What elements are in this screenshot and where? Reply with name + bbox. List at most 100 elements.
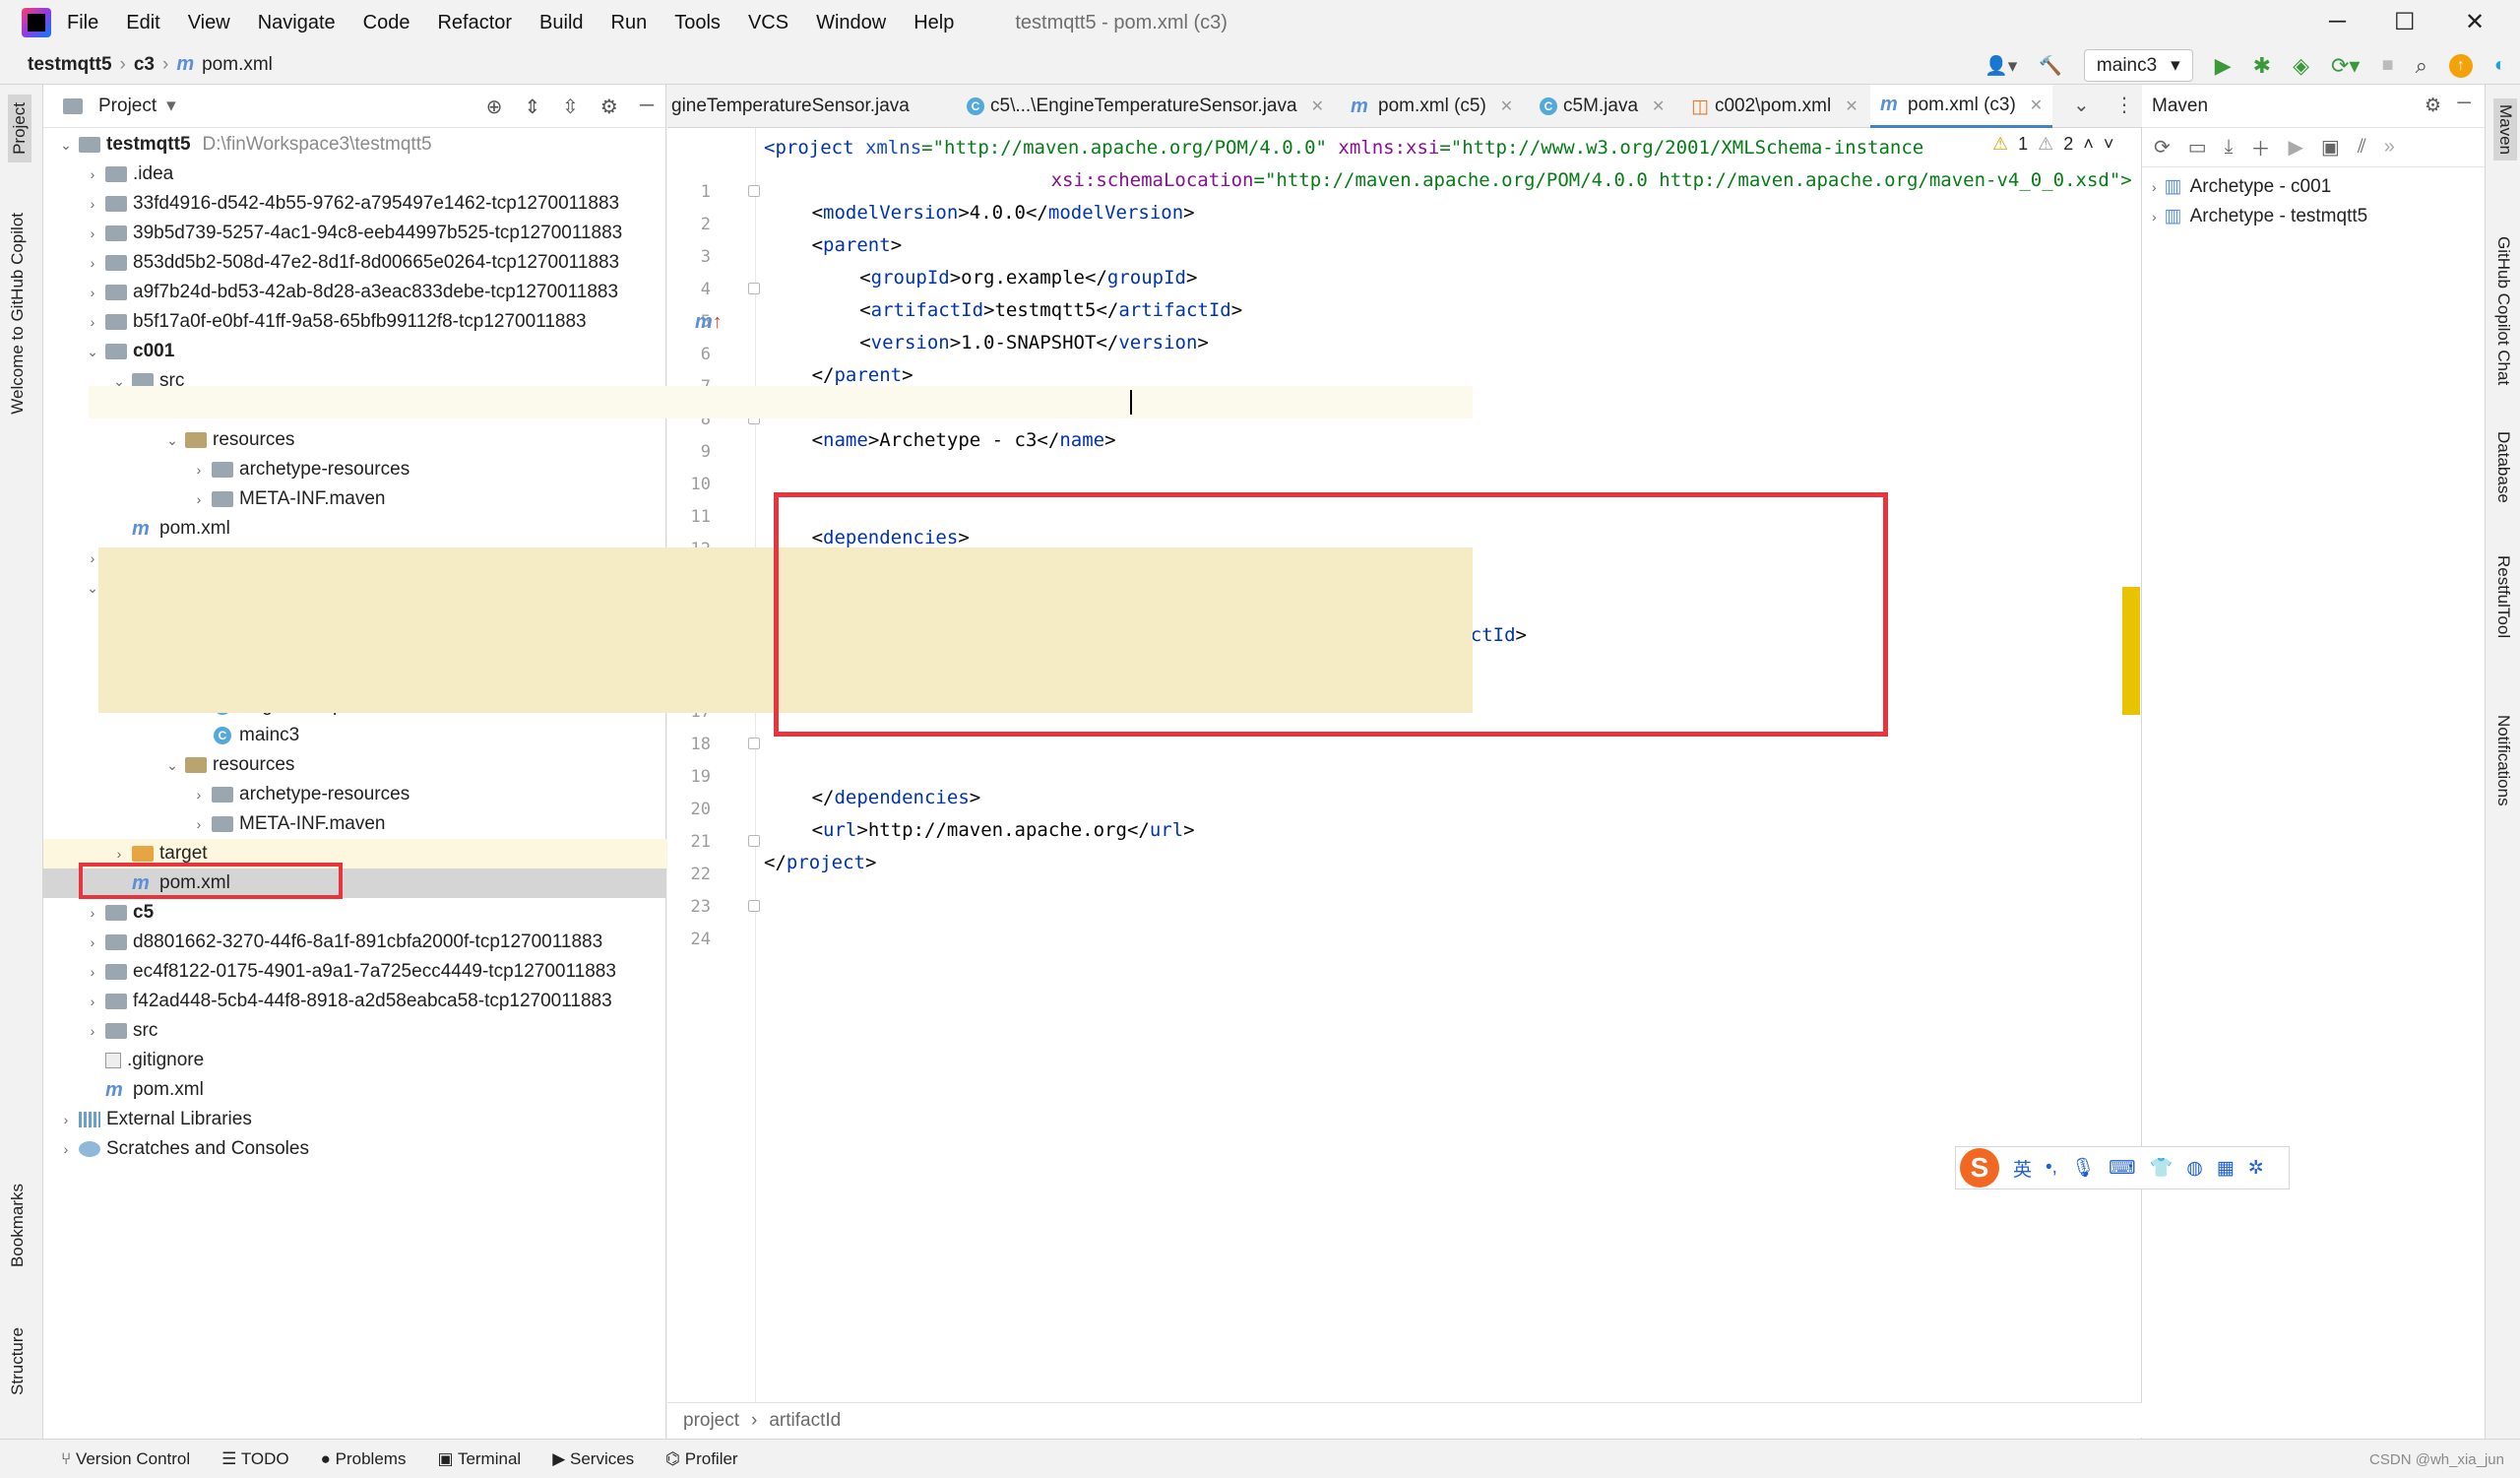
gear-icon[interactable]: ⚙ <box>600 95 618 119</box>
run-configuration-select[interactable]: mainc3 ▾ <box>2083 49 2193 82</box>
debug-icon[interactable]: ✱ <box>2253 53 2271 79</box>
tab-c002-pom[interactable]: ◫ c002\pom.xml ✕ <box>1691 85 1858 128</box>
chevron-down-icon[interactable]: ⌄ <box>163 432 181 449</box>
chevron-right-icon[interactable]: › <box>190 816 208 832</box>
chevron-right-icon[interactable]: › <box>84 255 101 271</box>
terminal-button[interactable]: ▣ Terminal <box>437 1449 521 1469</box>
tree-item[interactable]: › archetype-resources <box>43 780 666 809</box>
inspection-widget[interactable]: ⚠ 1 ⚠ 2 ˄ ˅ <box>1992 134 2113 155</box>
settings-icon[interactable]: ✲ <box>2248 1157 2264 1180</box>
profile-icon[interactable]: ⟳▾ <box>2331 53 2360 79</box>
tree-item[interactable]: ⌄ resources <box>43 425 666 455</box>
chevron-right-icon[interactable]: › <box>190 491 208 507</box>
menu-edit[interactable]: Edit <box>126 12 159 34</box>
keyboard-icon[interactable]: ⌨ <box>2109 1157 2135 1180</box>
close-icon[interactable]: ✕ <box>2465 8 2485 36</box>
tree-item[interactable]: › Scratches and Consoles <box>43 1134 666 1164</box>
tree-item[interactable]: › c5 <box>43 898 666 928</box>
tab-pom-c3[interactable]: m pom.xml (c3) ✕ <box>1870 85 2053 128</box>
tree-item[interactable]: › META-INF.maven <box>43 484 666 514</box>
more-icon[interactable]: ⋮ <box>2114 93 2134 117</box>
tab-c5-engine-sensor[interactable]: C c5\...\EngineTemperatureSensor.java ✕ <box>967 85 1324 128</box>
tree-item[interactable]: › b5f17a0f-e0bf-41ff-9a58-65bfb99112f8-tc… <box>43 307 666 337</box>
hide-icon[interactable]: ─ <box>640 95 654 119</box>
tree-item[interactable]: › d8801662-3270-44f6-8a1f-891cbfa2000f-tc… <box>43 928 666 957</box>
update-icon[interactable]: ↑ <box>2448 53 2473 78</box>
chevron-down-icon[interactable]: ▾ <box>166 95 176 117</box>
tab-database[interactable]: Database <box>2493 431 2513 503</box>
menu-code[interactable]: Code <box>363 12 410 34</box>
chevron-right-icon[interactable]: › <box>84 225 101 241</box>
close-icon[interactable]: ✕ <box>1500 96 1513 116</box>
hide-icon[interactable]: ─ <box>2458 93 2471 114</box>
chevron-right-icon[interactable]: › <box>84 934 101 950</box>
tab-project[interactable]: Project <box>8 95 32 162</box>
chevron-right-icon[interactable]: › <box>84 285 101 300</box>
chevron-right-icon[interactable]: › <box>110 846 128 862</box>
menu-tools[interactable]: Tools <box>674 12 721 34</box>
close-icon[interactable]: ✕ <box>1311 96 1324 116</box>
tree-item[interactable]: ⌄ c001 <box>43 337 666 366</box>
tab-structure[interactable]: Structure <box>8 1327 28 1395</box>
maven-parent-gutter-icon[interactable]: m↑ <box>695 311 723 334</box>
close-icon[interactable]: ✕ <box>1845 96 1858 116</box>
close-icon[interactable]: ✕ <box>2030 96 2043 115</box>
fold-marker-icon[interactable] <box>748 738 760 749</box>
run-icon[interactable]: ▶ <box>2289 135 2303 160</box>
execute-goal-icon[interactable]: ▣ <box>2321 135 2340 160</box>
tree-item[interactable]: m pom.xml <box>43 1075 666 1105</box>
chevron-right-icon[interactable]: › <box>84 314 101 330</box>
maven-item-testmqtt5[interactable]: › ▥ Archetype - testmqtt5 <box>2152 205 2367 227</box>
chevron-right-icon[interactable]: › <box>84 994 101 1009</box>
locate-icon[interactable]: ⊕ <box>486 95 503 119</box>
chevron-down-icon[interactable]: ⌄ <box>163 757 181 774</box>
tab-notifications[interactable]: Notifications <box>2493 715 2513 806</box>
project-panel-title[interactable]: Project <box>98 96 157 117</box>
apps-icon[interactable]: ▦ <box>2217 1157 2235 1180</box>
problems-button[interactable]: ● Problems <box>321 1449 407 1469</box>
chevron-down-icon[interactable]: ⌄ <box>2073 93 2090 117</box>
menu-navigate[interactable]: Navigate <box>258 12 336 34</box>
breadcrumb-module[interactable]: c3 <box>134 54 155 76</box>
menu-help[interactable]: Help <box>914 12 954 34</box>
run-icon[interactable]: ▶ <box>2215 53 2232 79</box>
gear-icon[interactable]: ⚙ <box>2425 95 2441 117</box>
chevron-right-icon[interactable]: › <box>57 1141 75 1157</box>
microphone-icon[interactable]: 🎙 <box>2071 1156 2095 1180</box>
punctuation-icon[interactable]: •, <box>2046 1157 2057 1179</box>
plus-icon[interactable]: ＋ <box>2251 133 2271 161</box>
tab-c5m[interactable]: C c5M.java ✕ <box>1540 85 1665 128</box>
tab-engine-sensor[interactable]: gineTemperatureSensor.java <box>671 85 937 128</box>
tree-item[interactable]: › 39b5d739-5257-4ac1-94c8-eeb44997b525-tc… <box>43 219 666 248</box>
fold-marker-icon[interactable] <box>748 185 760 197</box>
tree-item[interactable]: › META-INF.maven <box>43 809 666 839</box>
chevron-down-icon[interactable]: ⌄ <box>57 137 75 154</box>
toggle-offline-icon[interactable]: ⫽ <box>2358 136 2366 159</box>
tree-item[interactable]: › f42ad448-5cb4-44f8-8918-a2d58eabca58-tc… <box>43 987 666 1016</box>
tree-item[interactable]: › .idea <box>43 160 666 189</box>
sogou-logo[interactable]: S <box>1960 1148 1999 1188</box>
add-folder-icon[interactable]: ▭ <box>2188 135 2207 160</box>
chevron-right-icon[interactable]: › <box>84 1023 101 1039</box>
tree-item[interactable]: › ec4f8122-0175-4901-a9a1-7a725ecc4449-tc… <box>43 957 666 987</box>
tab-restfultool[interactable]: RestfulTool <box>2493 555 2513 638</box>
maven-item-c001[interactable]: › ▥ Archetype - c001 <box>2152 175 2331 198</box>
close-icon[interactable]: ✕ <box>1652 96 1665 116</box>
tree-item[interactable]: › src <box>43 1016 666 1046</box>
tree-item[interactable]: ⌄ testmqtt5 D:\finWorkspace3\testmqtt5 <box>43 130 666 160</box>
tree-item[interactable]: › External Libraries <box>43 1105 666 1134</box>
tree-item[interactable]: m pom.xml <box>43 514 666 544</box>
fold-marker-icon[interactable] <box>748 900 760 912</box>
reload-icon[interactable]: ⟳ <box>2154 135 2171 160</box>
chevron-right-icon[interactable]: › <box>190 462 208 478</box>
menu-window[interactable]: Window <box>816 12 886 34</box>
tab-github-copilot[interactable]: Welcome to GitHub Copilot <box>8 213 28 415</box>
chevron-right-icon[interactable]: › <box>84 905 101 921</box>
tree-item[interactable]: › 853dd5b2-508d-47e2-8d1f-8d00665e0264-tc… <box>43 248 666 278</box>
fold-marker-icon[interactable] <box>748 283 760 294</box>
tree-item[interactable]: .gitignore <box>43 1046 666 1075</box>
menu-view[interactable]: View <box>188 12 230 34</box>
chevron-right-icon[interactable]: › <box>84 196 101 212</box>
menu-refactor[interactable]: Refactor <box>437 12 512 34</box>
tab-maven[interactable]: Maven <box>2493 98 2517 161</box>
